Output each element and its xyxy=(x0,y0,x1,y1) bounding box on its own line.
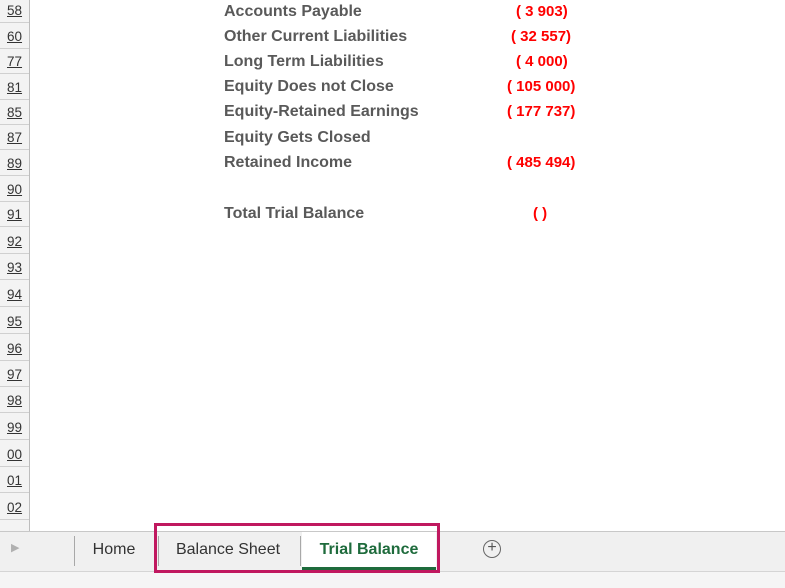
row-headers: 58 60 77 81 85 87 89 90 91 92 93 94 95 9… xyxy=(0,0,30,531)
cell-value[interactable]: ( 485 494) xyxy=(507,153,575,173)
row-header[interactable]: 93 xyxy=(0,259,29,280)
cell-label[interactable]: Equity-Retained Earnings xyxy=(224,102,419,122)
row-header[interactable]: 96 xyxy=(0,340,29,361)
row-header[interactable]: 95 xyxy=(0,313,29,334)
cell-label[interactable]: Equity Does not Close xyxy=(224,77,394,97)
row-header[interactable]: 81 xyxy=(0,79,29,100)
cell-value[interactable]: ( 105 000) xyxy=(507,77,575,97)
triangle-right-icon[interactable]: ▶ xyxy=(11,541,19,554)
row-header[interactable]: 00 xyxy=(0,446,29,467)
row-header[interactable]: 97 xyxy=(0,366,29,387)
tab-home[interactable]: Home xyxy=(76,532,152,570)
row-header[interactable]: 91 xyxy=(0,206,29,227)
cell-label[interactable]: Long Term Liabilities xyxy=(224,52,384,72)
tab-separator xyxy=(300,536,301,566)
row-header[interactable]: 98 xyxy=(0,392,29,413)
cell-value[interactable]: ( 4 000) xyxy=(516,52,568,72)
row-header[interactable]: 01 xyxy=(0,472,29,493)
row-header[interactable]: 85 xyxy=(0,104,29,125)
row-header[interactable]: 92 xyxy=(0,233,29,254)
tab-balance-sheet[interactable]: Balance Sheet xyxy=(160,532,296,570)
cell-value[interactable]: ( 177 737) xyxy=(507,102,575,122)
cell-value[interactable]: ( ) xyxy=(533,204,547,224)
row-header[interactable]: 99 xyxy=(0,419,29,440)
cell-label[interactable]: Other Current Liabilities xyxy=(224,27,407,47)
row-header[interactable]: 77 xyxy=(0,53,29,74)
worksheet-grid[interactable]: 58 60 77 81 85 87 89 90 91 92 93 94 95 9… xyxy=(0,0,785,531)
row-header[interactable]: 58 xyxy=(0,2,29,23)
row-header[interactable]: 02 xyxy=(0,499,29,520)
cell-label[interactable]: Equity Gets Closed xyxy=(224,128,371,148)
row-header[interactable]: 94 xyxy=(0,286,29,307)
tab-separator xyxy=(74,536,75,566)
sheet-tab-bar: ▶ Home Balance Sheet Trial Balance + xyxy=(0,531,785,572)
row-header[interactable]: 89 xyxy=(0,155,29,176)
tab-trial-balance[interactable]: Trial Balance xyxy=(302,532,436,570)
cell-label[interactable]: Accounts Payable xyxy=(224,2,362,22)
cell-value[interactable]: ( 3 903) xyxy=(516,2,568,22)
cell-label[interactable]: Retained Income xyxy=(224,153,352,173)
plus-circle-icon[interactable]: + xyxy=(483,540,501,558)
tab-separator xyxy=(158,536,159,566)
row-header[interactable]: 90 xyxy=(0,181,29,202)
cell-label[interactable]: Total Trial Balance xyxy=(224,204,364,224)
cell-value[interactable]: ( 32 557) xyxy=(511,27,571,47)
row-header[interactable]: 60 xyxy=(0,28,29,49)
row-header[interactable]: 87 xyxy=(0,129,29,150)
status-strip xyxy=(0,571,785,588)
